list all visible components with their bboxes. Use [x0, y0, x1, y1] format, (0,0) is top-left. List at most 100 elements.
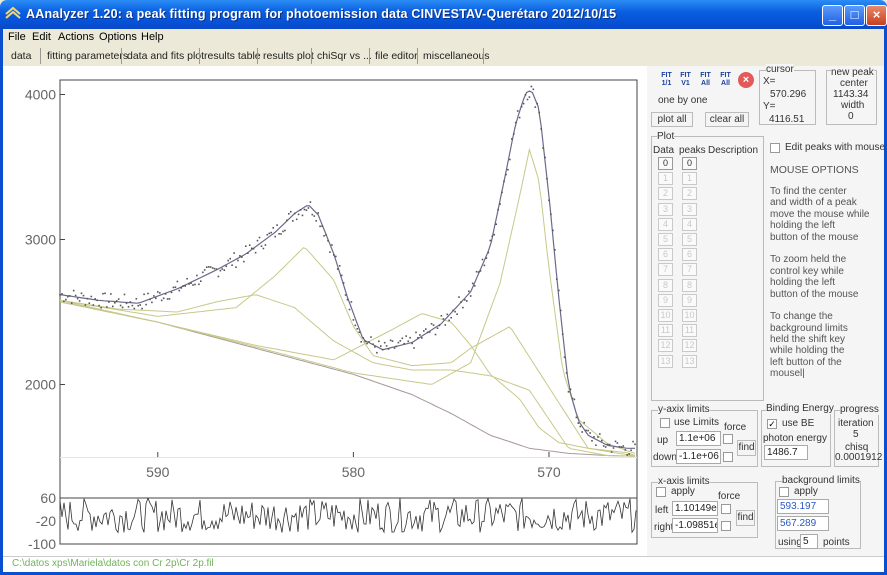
menu-options[interactable]: Options [99, 29, 137, 46]
x-find-button[interactable]: find [736, 510, 755, 526]
menu-file[interactable]: File [8, 29, 26, 46]
fit-all-alt-icon[interactable]: FIT All [717, 72, 734, 89]
menu-edit[interactable]: Edit [32, 29, 51, 46]
y-force-down-checkbox[interactable] [723, 452, 733, 462]
data-point [288, 213, 290, 215]
data-item-11[interactable]: 11 [658, 324, 673, 338]
mouse-option-line [770, 300, 880, 311]
plot-all-button[interactable]: plot all [651, 112, 693, 127]
data-item-10[interactable]: 10 [658, 309, 673, 322]
data-item-12[interactable]: 12 [658, 339, 673, 353]
bg-limit-1-field[interactable]: 593.197 [777, 499, 829, 514]
bg-limit-2-field[interactable]: 567.289 [777, 516, 829, 531]
peak-item-9[interactable]: 9 [682, 293, 697, 307]
tab-results-plot[interactable]: results plot [263, 48, 314, 64]
data-point [554, 249, 556, 251]
peak-item-4[interactable]: 4 [682, 217, 697, 231]
data-item-4[interactable]: 4 [658, 217, 673, 231]
y-up-label: up [657, 435, 669, 446]
data-item-8[interactable]: 8 [658, 278, 673, 292]
data-point [194, 283, 196, 286]
data-point [186, 277, 188, 280]
data-item-9[interactable]: 9 [658, 293, 673, 307]
tab-data-and-fits-plot[interactable]: data and fits plot [127, 48, 204, 64]
data-item-13[interactable]: 13 [658, 354, 673, 368]
menu-help[interactable]: Help [141, 29, 164, 46]
data-item-2[interactable]: 2 [658, 187, 673, 201]
peak-item-0[interactable]: 0 [682, 157, 697, 170]
data-point [589, 432, 591, 434]
data-point [155, 297, 157, 300]
peak-item-5[interactable]: 5 [682, 233, 697, 246]
use-be-checkbox[interactable]: ✓ [767, 419, 777, 429]
data-item-7[interactable]: 7 [658, 263, 673, 277]
peak-item-7[interactable]: 7 [682, 263, 697, 277]
photon-energy-field[interactable]: 1486.7 [764, 445, 808, 460]
fit-one-alt-icon[interactable]: FIT V1 [677, 72, 694, 89]
y-force-up-checkbox[interactable] [723, 434, 733, 444]
x-apply-label: apply [671, 486, 695, 497]
data-point [88, 302, 91, 304]
peak-item-1[interactable]: 1 [682, 172, 697, 186]
tab-file-editor[interactable]: file editor [375, 48, 418, 64]
peak-item-11[interactable]: 11 [682, 324, 697, 338]
data-point [540, 128, 542, 130]
y-down-field[interactable]: -1.1e+06 [676, 449, 721, 464]
data-item-6[interactable]: 6 [658, 248, 673, 262]
use-limits-checkbox[interactable] [660, 418, 670, 428]
data-point [421, 337, 423, 339]
tab-chisqr-vs[interactable]: chiSqr vs ... [317, 48, 372, 64]
menu-actions[interactable]: Actions [58, 29, 94, 46]
x-right-label: right [654, 522, 674, 533]
clear-all-button[interactable]: clear all [705, 112, 749, 127]
tab-results-table[interactable]: results table [204, 48, 261, 64]
tab-fitting-parameters[interactable]: fitting parameters [47, 48, 128, 64]
fit-all-icon[interactable]: FIT All [697, 72, 714, 89]
maximize-button[interactable]: □ [844, 5, 865, 26]
peak-item-10[interactable]: 10 [682, 309, 697, 322]
data-item-3[interactable]: 3 [658, 202, 673, 216]
x-force-right-checkbox[interactable] [721, 521, 731, 531]
data-point [360, 341, 362, 343]
data-point [333, 254, 335, 256]
x-right-field[interactable]: -1.09851e [672, 518, 718, 533]
data-point [123, 293, 126, 296]
data-point [59, 294, 61, 296]
peak-item-2[interactable]: 2 [682, 187, 697, 201]
data-point [145, 303, 147, 306]
stop-icon[interactable]: × [738, 72, 754, 88]
x-apply-checkbox[interactable] [656, 487, 666, 497]
y-up-field[interactable]: 1.1e+06 [676, 431, 721, 446]
minimize-button[interactable]: _ [822, 5, 843, 26]
y-axis-limits-title: y-axix limits [658, 404, 710, 415]
close-button[interactable]: × [866, 5, 887, 26]
y-find-button[interactable]: find [737, 440, 756, 456]
bg-using-field[interactable]: 5 [800, 534, 818, 549]
data-point [532, 88, 535, 91]
data-point [90, 295, 93, 298]
data-item-0[interactable]: 0 [658, 157, 673, 170]
bg-apply-checkbox[interactable] [779, 487, 789, 497]
data-point [381, 348, 384, 351]
data-point [489, 239, 492, 242]
x-left-field[interactable]: 1.10149e [672, 501, 718, 516]
peak-item-13[interactable]: 13 [682, 354, 697, 368]
data-point [425, 328, 427, 330]
peak-item-6[interactable]: 6 [682, 248, 697, 262]
spectrum-chart[interactable]: 2000 3000 4000 60 -20 -100 590 580 570 [3, 66, 647, 556]
fit-one-icon[interactable]: FIT 1/1 [658, 72, 675, 89]
peak-item-12[interactable]: 12 [682, 339, 697, 353]
edit-peaks-checkbox[interactable] [770, 143, 780, 153]
data-point [579, 425, 582, 428]
data-point [405, 335, 407, 337]
data-point [225, 265, 228, 268]
data-point [426, 331, 429, 334]
tab-separator [257, 48, 258, 64]
x-force-left-checkbox[interactable] [721, 504, 731, 514]
peak-item-3[interactable]: 3 [682, 202, 697, 216]
tab-miscellaneous[interactable]: miscellaneous [423, 48, 490, 64]
data-item-1[interactable]: 1 [658, 172, 673, 186]
peak-item-8[interactable]: 8 [682, 278, 697, 292]
tab-data[interactable]: data [11, 48, 31, 64]
data-item-5[interactable]: 5 [658, 233, 673, 246]
